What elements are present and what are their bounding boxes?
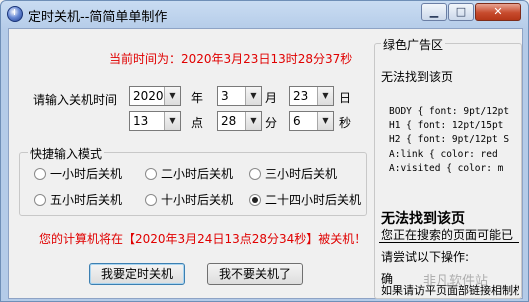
ad-css-line: H2 { font: 9pt/12pt S (389, 134, 510, 145)
title-bar[interactable]: 定时关机--简简单单制作 ▁ □ ✕ (1, 1, 528, 27)
radio-label: 二十四小时后关机 (265, 193, 362, 207)
radio-label: 五小时后关机 (50, 193, 123, 207)
day-value: 23 (293, 89, 309, 103)
ad-css-line: A:link { color: red (389, 149, 498, 160)
radio-icon[interactable] (145, 168, 157, 180)
close-button[interactable]: ✕ (475, 3, 521, 21)
year-unit: 年 (191, 91, 204, 105)
month-select[interactable]: 3 ▼ (217, 86, 262, 106)
ad-css-line: BODY { font: 9pt/12pt (389, 106, 510, 117)
quick-mode-title: 快捷输入模式 (28, 145, 105, 162)
radio-label: 二小时后关机 (161, 167, 234, 181)
chevron-down-icon[interactable]: ▼ (317, 87, 333, 105)
day-unit: 日 (339, 91, 352, 105)
hour-select[interactable]: 13 ▼ (129, 111, 181, 131)
maximize-button[interactable]: □ (448, 3, 474, 21)
month-unit: 月 (265, 91, 278, 105)
year-value: 2020 (133, 89, 164, 103)
minute-value: 28 (221, 114, 237, 128)
watermark-logo: 非凡软件站 (423, 274, 489, 289)
chevron-down-icon[interactable]: ▼ (245, 112, 261, 130)
input-label: 请输入关机时间 (33, 93, 118, 107)
year-select[interactable]: 2020 ▼ (129, 86, 181, 106)
shutdown-message: 您的计算机将在【2020年3月24日13点28分34秒】被关机！ (39, 232, 367, 246)
main-panel: 当前时间为：2020年3月23日13时28分37秒 请输入关机时间 2020 ▼… (8, 28, 523, 299)
chevron-down-icon[interactable]: ▼ (245, 87, 261, 105)
ad-not-found-small: 无法找到该页 (381, 70, 454, 84)
radio-icon[interactable] (34, 168, 46, 180)
ad-title: 绿色广告区 (381, 36, 446, 53)
second-value: 6 (293, 114, 301, 128)
hour-unit: 点 (191, 116, 204, 130)
minute-select[interactable]: 28 ▼ (217, 111, 262, 131)
ad-description: 您正在搜索的页面可能已 (381, 228, 514, 242)
second-unit: 秒 (339, 116, 352, 130)
window-title: 定时关机--简简单单制作 (28, 10, 168, 25)
chevron-down-icon[interactable]: ▼ (164, 87, 180, 105)
cancel-shutdown-button[interactable]: 我不要关机了 (207, 263, 303, 285)
day-select[interactable]: 23 ▼ (289, 86, 334, 106)
minimize-button[interactable]: ▁ (421, 3, 447, 21)
radio-two-hours[interactable]: 二小时后关机 (145, 165, 233, 182)
ad-css-line: A:visited { color: m (389, 163, 504, 174)
hour-value: 13 (133, 114, 149, 128)
radio-label: 一小时后关机 (50, 167, 123, 181)
app-window: 定时关机--简简单单制作 ▁ □ ✕ 当前时间为：2020年3月23日13时28… (0, 0, 529, 302)
radio-one-hour[interactable]: 一小时后关机 (34, 165, 122, 182)
ad-content[interactable]: 无法找到该页 BODY { font: 9pt/12pt H1 { font: … (379, 52, 519, 296)
radio-label: 十小时后关机 (161, 193, 234, 207)
radio-twenty-four-hours[interactable]: 二十四小时后关机 (249, 191, 361, 208)
radio-icon[interactable] (249, 168, 261, 180)
ad-panel: 绿色广告区 无法找到该页 BODY { font: 9pt/12pt H1 { … (374, 36, 522, 299)
second-select[interactable]: 6 ▼ (289, 111, 334, 131)
schedule-shutdown-button[interactable]: 我要定时关机 (89, 263, 185, 285)
quick-mode-group: 快捷输入模式 一小时后关机 二小时后关机 三小时后关机 五小时后关机 十小时后关… (19, 145, 367, 216)
ad-css-line: H1 { font: 12pt/15pt (389, 120, 504, 131)
minute-unit: 分 (265, 116, 278, 130)
radio-five-hours[interactable]: 五小时后关机 (34, 191, 122, 208)
radio-icon[interactable] (145, 194, 157, 206)
ad-try-label: 请尝试以下操作: (381, 250, 470, 264)
chevron-down-icon[interactable]: ▼ (317, 112, 333, 130)
radio-icon[interactable] (34, 194, 46, 206)
radio-icon[interactable] (249, 194, 261, 206)
chevron-down-icon[interactable]: ▼ (164, 112, 180, 130)
ad-not-found-big: 无法找到该页 (381, 211, 465, 227)
current-time-text: 当前时间为：2020年3月23日13时28分37秒 (109, 52, 353, 66)
power-app-icon (7, 6, 23, 22)
radio-label: 三小时后关机 (265, 167, 338, 181)
radio-ten-hours[interactable]: 十小时后关机 (145, 191, 233, 208)
radio-three-hours[interactable]: 三小时后关机 (249, 165, 337, 182)
month-value: 3 (221, 89, 229, 103)
ad-divider (379, 242, 519, 243)
